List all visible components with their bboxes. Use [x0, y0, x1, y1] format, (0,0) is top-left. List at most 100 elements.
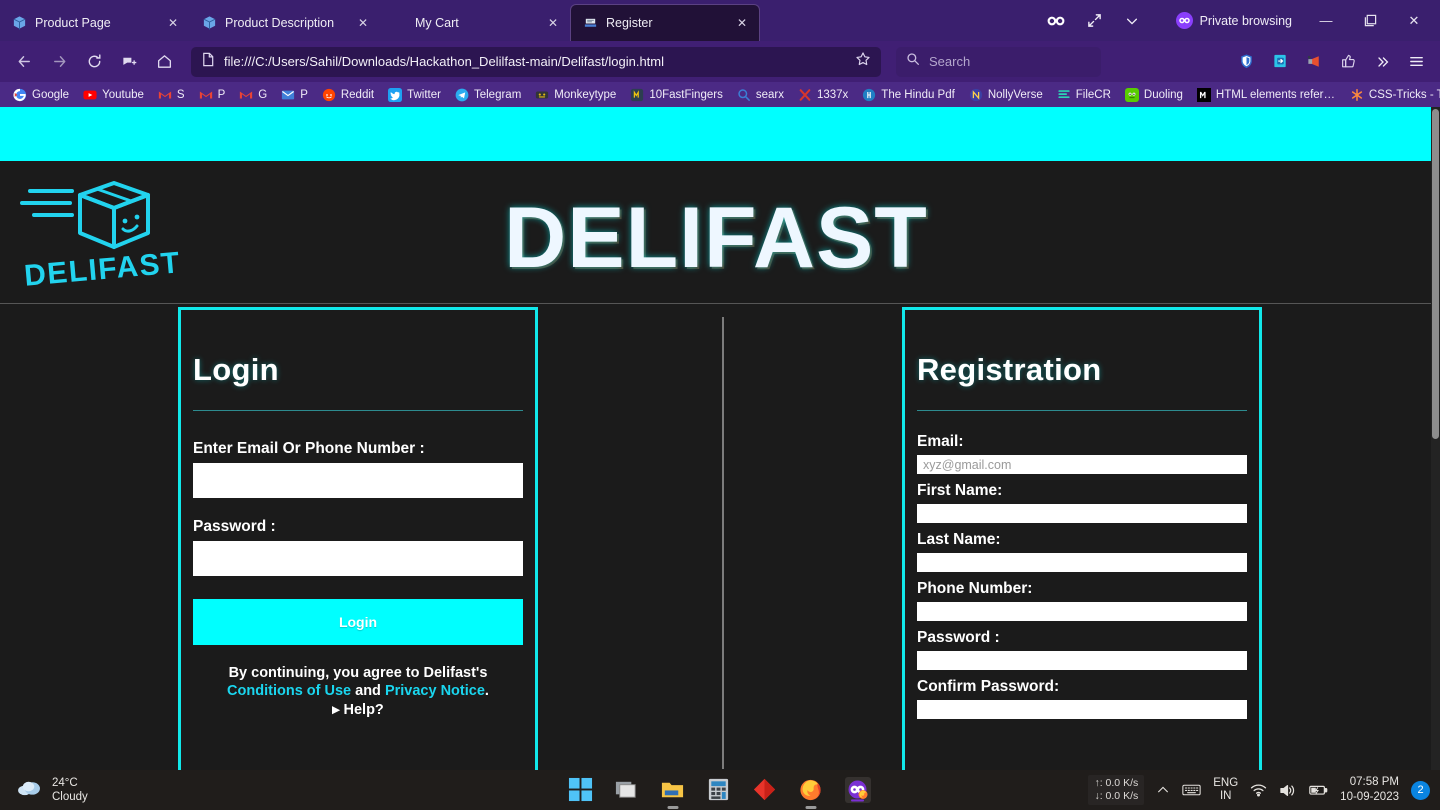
- tab-title: Product Description: [225, 15, 335, 30]
- registration-field-input[interactable]: [917, 504, 1247, 523]
- registration-field-input[interactable]: [917, 455, 1247, 474]
- firefox-private[interactable]: [844, 776, 872, 804]
- registration-field-input[interactable]: [917, 700, 1247, 719]
- bookmark-item[interactable]: 1337x: [791, 84, 855, 105]
- login-submit-button[interactable]: Login: [193, 599, 523, 645]
- bookmark-item[interactable]: Google: [6, 84, 76, 105]
- chevron-up-icon[interactable]: [1156, 783, 1170, 797]
- firefox[interactable]: [798, 777, 824, 809]
- network-download-speed: ↓: 0.0 K/s: [1094, 790, 1139, 802]
- bookmark-item[interactable]: S: [151, 84, 192, 105]
- infinity-icon[interactable]: [1040, 5, 1072, 37]
- privacy-notice-link[interactable]: Privacy Notice: [385, 683, 485, 699]
- browser-tab[interactable]: Product Page ✕: [0, 4, 190, 41]
- bookmark-item[interactable]: HTML elements refere...: [1190, 84, 1343, 105]
- file-explorer[interactable]: [660, 777, 686, 809]
- search-bar[interactable]: Search: [896, 46, 1101, 77]
- wifi-icon[interactable]: [1250, 783, 1267, 797]
- monkeytype-icon: [535, 88, 549, 102]
- language-indicator[interactable]: ENG IN: [1213, 777, 1238, 803]
- reload-icon[interactable]: [78, 46, 111, 77]
- battery-icon[interactable]: [1308, 783, 1328, 797]
- chevron-down-icon[interactable]: [1116, 5, 1148, 37]
- red-diamond-app[interactable]: [752, 777, 778, 803]
- bookmark-star-icon[interactable]: [855, 51, 871, 72]
- package-icon: [12, 15, 27, 30]
- registration-field-input[interactable]: [917, 602, 1247, 621]
- registration-field-input[interactable]: [917, 651, 1247, 670]
- expand-icon[interactable]: [1078, 5, 1110, 37]
- tab-close-button[interactable]: ✕: [733, 14, 751, 32]
- login-email-input[interactable]: [193, 463, 523, 498]
- taskbar-weather-widget[interactable]: 24°C Cloudy: [0, 776, 88, 804]
- taskbar-clock[interactable]: 07:58 PM 10-09-2023: [1340, 775, 1399, 805]
- help-toggle[interactable]: ▸ Help?: [193, 702, 523, 718]
- tab-title: Register: [606, 16, 653, 30]
- blank-icon: [392, 15, 407, 30]
- bookmark-item[interactable]: Youtube: [76, 84, 151, 105]
- bookmark-item[interactable]: 10FastFingers: [623, 84, 730, 105]
- bookmark-label: Reddit: [340, 88, 375, 101]
- hamburger-menu-icon[interactable]: [1401, 46, 1432, 77]
- registration-field-input[interactable]: [917, 553, 1247, 572]
- app-running-indicator: [805, 806, 817, 809]
- browser-tab[interactable]: Register ✕: [570, 4, 760, 41]
- bookmark-item[interactable]: P: [274, 84, 315, 105]
- volume-icon[interactable]: [1279, 783, 1296, 798]
- bookmark-item[interactable]: Duoling: [1118, 84, 1190, 105]
- registration-fields: Email: First Name: Last Name: Phone Number:…: [917, 433, 1247, 719]
- bookmark-item[interactable]: searx: [730, 84, 791, 105]
- tab-close-button[interactable]: ✕: [164, 14, 182, 32]
- container-tab-icon[interactable]: [113, 46, 146, 77]
- telegram-icon: [455, 88, 469, 102]
- address-bar[interactable]: file:///C:/Users/Sahil/Downloads/Hackath…: [191, 46, 881, 77]
- bookmark-item[interactable]: P: [192, 84, 233, 105]
- forward-arrow-icon[interactable]: [43, 46, 76, 77]
- start-button[interactable]: [568, 777, 594, 803]
- registration-field-group: Confirm Password:: [917, 678, 1247, 719]
- maximize-button[interactable]: [1348, 0, 1392, 41]
- calculator[interactable]: [706, 777, 732, 803]
- minimize-button[interactable]: —: [1304, 0, 1348, 41]
- bookmark-label: searx: [755, 88, 784, 101]
- registration-field-group: Email:: [917, 433, 1247, 474]
- bookmark-item[interactable]: The Hindu Pdf: [855, 84, 962, 105]
- tab-close-button[interactable]: ✕: [354, 14, 372, 32]
- notification-badge[interactable]: 2: [1411, 780, 1430, 800]
- browser-tab[interactable]: My Cart ✕: [380, 4, 570, 41]
- page-scrollbar[interactable]: [1431, 107, 1440, 770]
- shield-icon[interactable]: [1231, 46, 1262, 77]
- duolingo-icon: [1124, 87, 1139, 102]
- bookmark-item[interactable]: Telegram: [448, 84, 528, 105]
- tab-list: Product Page ✕ Product Description ✕ My Cart…: [0, 0, 760, 41]
- home-icon[interactable]: [148, 46, 181, 77]
- tab-close-button[interactable]: ✕: [544, 14, 562, 32]
- overflow-chevrons-icon[interactable]: [1367, 46, 1398, 77]
- keyboard-icon[interactable]: [1182, 783, 1201, 797]
- bookmark-label: G: [258, 88, 268, 101]
- epaper-icon: [862, 88, 876, 102]
- bookmark-item[interactable]: NollyVerse: [962, 84, 1050, 105]
- bookmark-item[interactable]: Monkeytype: [528, 84, 623, 105]
- private-browsing-label: Private browsing: [1199, 13, 1292, 28]
- weather-description: Cloudy: [52, 791, 88, 803]
- thumbs-up-icon[interactable]: [1333, 46, 1364, 77]
- bookmark-item[interactable]: CSS-Tricks - Tips, Trick...: [1343, 84, 1440, 105]
- close-window-button[interactable]: ✕: [1392, 0, 1436, 41]
- 1337x-icon: [798, 88, 812, 102]
- system-tray: ↑: 0.0 K/s ↓: 0.0 K/s ENG IN 07:58 PM 10…: [1088, 775, 1430, 805]
- network-speed-indicator[interactable]: ↑: 0.0 K/s ↓: 0.0 K/s: [1088, 775, 1145, 805]
- bookmark-item[interactable]: FileCR: [1050, 84, 1118, 105]
- megaphone-icon[interactable]: [1299, 46, 1330, 77]
- save-to-pocket-icon[interactable]: [1265, 46, 1296, 77]
- conditions-of-use-link[interactable]: Conditions of Use: [227, 683, 351, 699]
- bookmark-item[interactable]: G: [232, 84, 274, 105]
- bookmark-item[interactable]: Twitter: [381, 84, 448, 105]
- bookmark-item[interactable]: Reddit: [315, 84, 381, 105]
- bookmark-label: P: [300, 88, 308, 101]
- back-arrow-icon[interactable]: [8, 46, 41, 77]
- browser-tab[interactable]: Product Description ✕: [190, 4, 380, 41]
- page-scrollbar-thumb[interactable]: [1432, 109, 1439, 439]
- task-view-button[interactable]: [614, 777, 640, 803]
- login-password-input[interactable]: [193, 541, 523, 576]
